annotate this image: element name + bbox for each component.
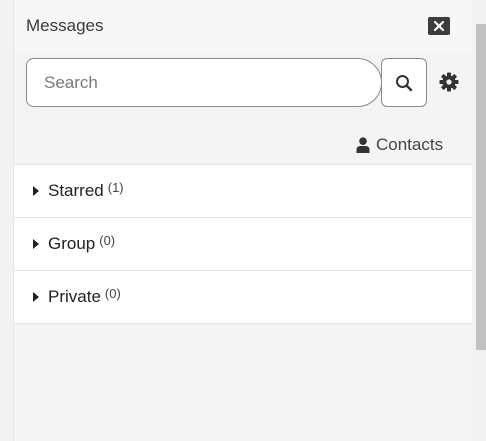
search-input[interactable] (27, 59, 381, 106)
user-icon (356, 137, 370, 153)
messages-panel: Messages Search Contacts Starred (1) Gro… (13, 0, 473, 441)
caret-right-icon (33, 292, 39, 302)
group-label: Starred (48, 181, 104, 200)
settings-button[interactable] (437, 70, 461, 94)
group-row-private[interactable]: Private (0) (14, 270, 473, 324)
group-count: (0) (104, 285, 121, 301)
group-count: (1) (107, 179, 124, 195)
group-row-starred[interactable]: Starred (1) (14, 164, 473, 217)
search-icon (396, 74, 413, 91)
close-icon (434, 21, 444, 31)
group-row-group[interactable]: Group (0) (14, 217, 473, 270)
search-field[interactable] (26, 58, 382, 107)
search-button[interactable] (381, 58, 427, 107)
caret-right-icon (33, 239, 39, 249)
group-label: Group (48, 234, 96, 253)
conversation-groups: Starred (1) Group (0) Private (0) (14, 164, 473, 324)
caret-right-icon (33, 186, 39, 196)
group-label: Private (48, 287, 101, 306)
contacts-label: Contacts (376, 135, 444, 154)
scrollbar-thumb[interactable] (476, 24, 486, 350)
group-count: (0) (99, 232, 116, 248)
gear-icon (439, 72, 459, 92)
close-button[interactable] (428, 17, 450, 35)
panel-title: Messages (26, 16, 104, 35)
contacts-link[interactable]: Contacts (356, 133, 443, 157)
panel-header: Messages (14, 0, 473, 52)
